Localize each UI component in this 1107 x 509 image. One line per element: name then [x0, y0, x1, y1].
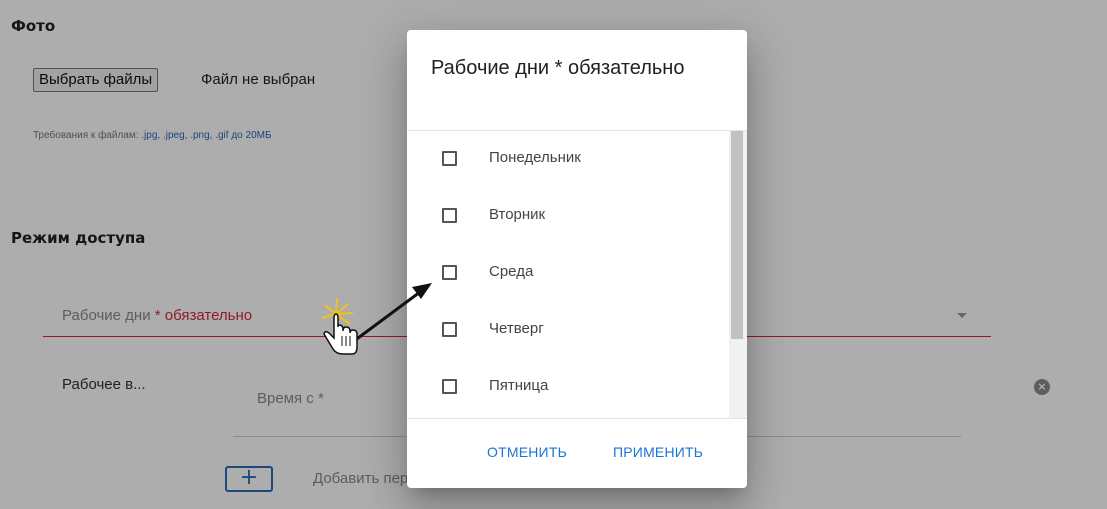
dialog-actions: ОТМЕНИТЬ ПРИМЕНИТЬ: [407, 419, 747, 488]
day-option-tuesday[interactable]: Вторник: [407, 188, 729, 245]
cancel-button[interactable]: ОТМЕНИТЬ: [487, 444, 567, 460]
checkbox[interactable]: [442, 379, 457, 394]
scrollbar-thumb[interactable]: [731, 131, 743, 339]
day-option-friday[interactable]: Пятница: [407, 359, 729, 416]
day-label: Вторник: [489, 206, 546, 223]
checkbox[interactable]: [442, 208, 457, 223]
checkbox[interactable]: [442, 322, 457, 337]
apply-button[interactable]: ПРИМЕНИТЬ: [613, 444, 703, 460]
day-option-monday[interactable]: Понедельник: [407, 131, 729, 188]
checkbox[interactable]: [442, 151, 457, 166]
day-list: Понедельник Вторник Среда Четверг Пятниц…: [407, 131, 729, 418]
day-label: Понедельник: [489, 149, 581, 166]
day-option-thursday[interactable]: Четверг: [407, 302, 729, 359]
day-option-wednesday[interactable]: Среда: [407, 245, 729, 302]
checkbox[interactable]: [442, 265, 457, 280]
workdays-dialog: Рабочие дни * обязательно Понедельник Вт…: [407, 30, 747, 488]
day-label: Пятница: [489, 377, 549, 394]
day-label: Четверг: [489, 320, 544, 337]
dialog-title: Рабочие дни * обязательно: [431, 57, 685, 79]
day-label: Среда: [489, 263, 534, 280]
